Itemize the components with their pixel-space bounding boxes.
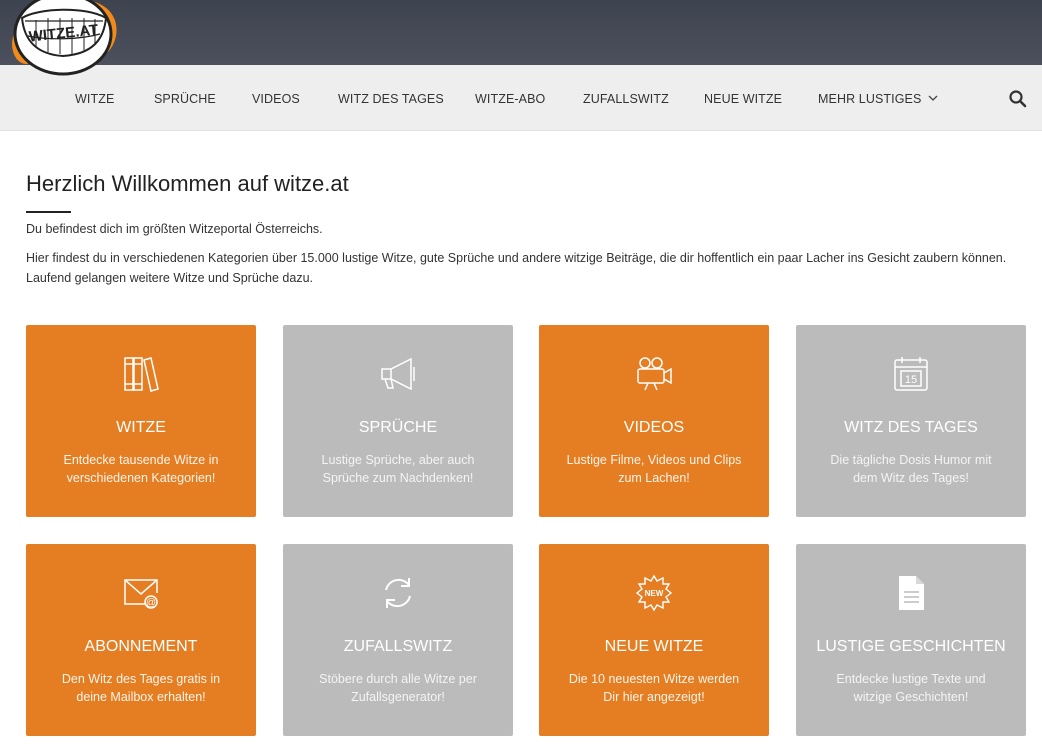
card-lustige-geschichten[interactable]: LUSTIGE GESCHICHTEN Entdecke lustige Tex…	[796, 544, 1026, 736]
refresh-icon	[385, 578, 411, 608]
books-icon	[124, 357, 159, 392]
megaphone-icon	[381, 357, 415, 391]
card-neue-witze[interactable]: NEW NEUE WITZE Die 10 neuesten Witze wer…	[539, 544, 769, 736]
intro-text-1: Du befindest dich im größten Witzeportal…	[26, 222, 323, 236]
nav-item-zufallswitz[interactable]: Zufallswitz	[583, 65, 669, 131]
card-sprueche[interactable]: SPRÜCHE Lustige Sprüche, aber auch Sprüc…	[283, 325, 513, 517]
card-description: Den Witz des Tages gratis in deine Mailb…	[61, 672, 221, 704]
card-description: Entdecke tausende Witze in verschiedenen…	[63, 453, 219, 485]
card-description: Stöbere durch alle Witze per Zufallsgene…	[319, 672, 477, 704]
card-description: Lustige Sprüche, aber auch Sprüche zum N…	[321, 453, 475, 485]
card-title: SPRÜCHE	[358, 419, 438, 436]
svg-text:15: 15	[905, 374, 917, 386]
nav-item-mehr-lustiges-label: Mehr Lustiges	[818, 92, 922, 106]
nav-item-witze-abo[interactable]: Witze-Abo	[475, 65, 545, 131]
card-description: Die 10 neuesten Witze werden Dir hier an…	[568, 672, 740, 704]
calendar-icon: 15	[894, 357, 928, 391]
nav-item-mehr-lustiges[interactable]: Mehr Lustiges	[818, 65, 938, 131]
card-title: WITZE	[116, 419, 166, 436]
svg-text:NEW: NEW	[645, 589, 664, 598]
card-title: ZUFALLSWITZ	[343, 638, 453, 655]
video-camera-icon	[637, 357, 672, 391]
card-witze[interactable]: WITZE Entdecke tausende Witze in verschi…	[26, 325, 256, 517]
card-description: Lustige Filme, Videos und Clips zum Lach…	[566, 453, 742, 485]
nav-item-sprueche[interactable]: Sprüche	[154, 65, 216, 131]
mail-icon: @	[124, 579, 158, 609]
card-title: VIDEOS	[623, 419, 685, 436]
nav-item-videos[interactable]: Videos	[252, 65, 300, 131]
chevron-down-icon	[928, 95, 938, 102]
site-logo[interactable]: WITZE.AT	[8, 0, 120, 80]
card-title: ABONNEMENT	[84, 638, 198, 655]
card-description: Entdecke lustige Texte und witzige Gesch…	[836, 672, 986, 704]
title-underline	[26, 211, 71, 213]
new-badge-icon: NEW	[635, 574, 673, 612]
card-title: NEUE WITZE	[604, 638, 704, 655]
card-videos[interactable]: VIDEOS Lustige Filme, Videos und Clips z…	[539, 325, 769, 517]
nav-item-neue-witze[interactable]: Neue Witze	[704, 65, 782, 131]
card-abonnement[interactable]: @ ABONNEMENT Den Witz des Tages gratis i…	[26, 544, 256, 736]
card-title: WITZ DES TAGES	[844, 419, 978, 436]
svg-text:@: @	[146, 598, 156, 609]
top-header-bar	[0, 0, 1042, 65]
search-icon[interactable]	[1008, 89, 1028, 109]
card-zufallswitz[interactable]: ZUFALLSWITZ Stöbere durch alle Witze per…	[283, 544, 513, 736]
card-witz-des-tages[interactable]: 15 WITZ DES TAGES Die tägliche Dosis Hum…	[796, 325, 1026, 517]
nav-item-witz-des-tages[interactable]: Witz des Tages	[338, 65, 444, 131]
main-navigation: Witze Sprüche Videos Witz des Tages Witz…	[0, 65, 1042, 131]
intro-text-2: Hier findest du in verschiedenen Kategor…	[26, 251, 1007, 285]
page-title: Herzlich Willkommen auf witze.at	[26, 171, 349, 196]
document-icon	[899, 576, 924, 610]
card-description: Die tägliche Dosis Humor mit dem Witz de…	[830, 453, 992, 485]
card-title: LUSTIGE GESCHICHTEN	[816, 638, 1006, 655]
